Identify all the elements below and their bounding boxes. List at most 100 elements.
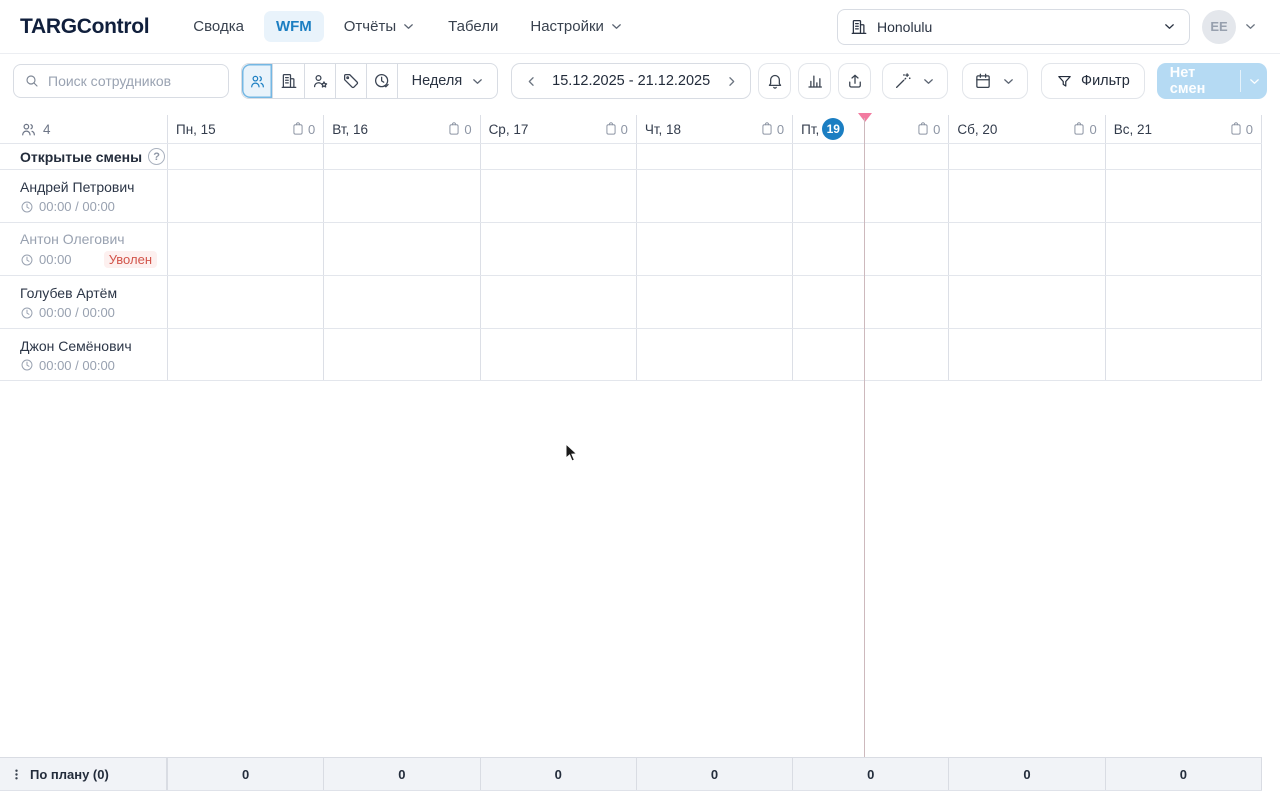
- no-shifts-label[interactable]: Нет смен: [1157, 63, 1241, 99]
- nav-item-1[interactable]: WFM: [263, 11, 324, 42]
- shift-cell-2[interactable]: [479, 170, 636, 222]
- day-shift-count: 0: [1229, 122, 1253, 137]
- day-header-5: Сб, 20 0: [948, 115, 1104, 143]
- no-shifts-split-button[interactable]: Нет смен: [1156, 63, 1267, 99]
- shift-cell-0[interactable]: [167, 223, 323, 275]
- nav-item-label: Отчёты: [343, 18, 397, 35]
- open-shift-cell-0[interactable]: [167, 144, 323, 169]
- shift-cell-3[interactable]: [635, 329, 792, 380]
- employee-rows: Андрей Петрович 00:00 / 00:00 Антон Олегов…: [0, 169, 1262, 381]
- shift-cell-6[interactable]: [1104, 276, 1262, 328]
- employee-info[interactable]: Андрей Петрович 00:00 / 00:00: [0, 170, 167, 222]
- next-week-button[interactable]: [718, 66, 744, 96]
- nav-item-0[interactable]: Сводка: [181, 11, 256, 42]
- chevron-down-icon: [609, 19, 624, 34]
- shift-cell-0[interactable]: [167, 276, 323, 328]
- shift-cell-5[interactable]: [948, 276, 1104, 328]
- employee-count: 4: [0, 115, 167, 143]
- shift-cell-0[interactable]: [167, 170, 323, 222]
- shift-cell-4[interactable]: [792, 170, 948, 222]
- shift-cell-2[interactable]: [479, 276, 636, 328]
- day-shift-count: 0: [760, 122, 784, 137]
- date-range-nav: 15.12.2025 - 21.12.2025: [511, 63, 752, 99]
- summary-cell-5: 0: [948, 758, 1104, 790]
- filter-button[interactable]: Фильтр: [1041, 63, 1145, 99]
- calendar-dropdown[interactable]: [962, 63, 1029, 99]
- period-select[interactable]: Неделя: [398, 64, 498, 98]
- open-shift-cell-2[interactable]: [479, 144, 636, 169]
- date-range-label[interactable]: 15.12.2025 - 21.12.2025: [544, 73, 718, 89]
- shift-cell-3[interactable]: [635, 170, 792, 222]
- employee-info[interactable]: Джон Семёнович 00:00 / 00:00: [0, 329, 167, 380]
- location-label: Honolulu: [877, 18, 933, 35]
- auto-schedule-dropdown[interactable]: [882, 63, 949, 99]
- shift-cell-1[interactable]: [323, 170, 479, 222]
- search-input[interactable]: [48, 73, 219, 89]
- shift-cell-2[interactable]: [479, 223, 636, 275]
- open-shift-cell-5[interactable]: [948, 144, 1104, 169]
- statistics-button[interactable]: [798, 63, 832, 99]
- nav-item-2[interactable]: Отчёты: [332, 11, 428, 42]
- shift-cell-4[interactable]: [792, 276, 948, 328]
- shift-cell-5[interactable]: [948, 329, 1104, 380]
- view-mode-employees-button[interactable]: [242, 64, 274, 98]
- open-shift-cell-4[interactable]: [792, 144, 948, 169]
- shift-cell-3[interactable]: [635, 276, 792, 328]
- filter-label: Фильтр: [1081, 73, 1130, 89]
- day-header-row: 4 Пн, 15 0 Вт, 16 0 Ср, 17 0 Чт, 18 0 Пт, 19 0 Сб, …: [0, 115, 1262, 143]
- shift-cell-2[interactable]: [479, 329, 636, 380]
- shift-cell-5[interactable]: [948, 223, 1104, 275]
- nav-item-4[interactable]: Настройки: [518, 11, 636, 42]
- shift-cell-4[interactable]: [792, 329, 948, 380]
- employee-name: Джон Семёнович: [20, 337, 132, 354]
- people-icon: [20, 121, 37, 138]
- shift-cell-0[interactable]: [167, 329, 323, 380]
- summary-cell-3: 0: [635, 758, 792, 790]
- summary-header[interactable]: По плану (0): [0, 758, 167, 790]
- clock-icon: [20, 306, 34, 320]
- notifications-button[interactable]: [758, 63, 792, 99]
- chevron-down-icon: [921, 74, 936, 89]
- shift-cell-5[interactable]: [948, 170, 1104, 222]
- summary-value: 0: [554, 766, 562, 782]
- summary-cell-6: 0: [1104, 758, 1262, 790]
- export-button[interactable]: [838, 63, 872, 99]
- kebab-menu-icon[interactable]: [10, 767, 23, 782]
- shift-cell-1[interactable]: [323, 223, 479, 275]
- shifts-bag-icon: [291, 122, 305, 136]
- chevron-down-icon[interactable]: [1243, 19, 1258, 34]
- view-mode-departments-button[interactable]: [273, 64, 305, 98]
- day-shift-count: 0: [1072, 122, 1097, 137]
- shift-cell-3[interactable]: [635, 223, 792, 275]
- day-label: Пт, 19: [801, 118, 845, 140]
- shift-cell-1[interactable]: [323, 276, 479, 328]
- avatar[interactable]: EE: [1202, 9, 1236, 44]
- view-mode-tags-button[interactable]: [335, 64, 367, 98]
- prev-week-button[interactable]: [518, 66, 544, 96]
- open-shift-cell-6[interactable]: [1104, 144, 1262, 169]
- shift-cell-6[interactable]: [1104, 329, 1262, 380]
- nav-item-3[interactable]: Табели: [436, 11, 510, 42]
- shift-cell-1[interactable]: [323, 329, 479, 380]
- open-shift-cell-1[interactable]: [323, 144, 479, 169]
- nav-item-label: Сводка: [193, 18, 244, 35]
- shift-cell-4[interactable]: [792, 223, 948, 275]
- shift-cell-6[interactable]: [1104, 170, 1262, 222]
- departments-icon: [280, 72, 298, 90]
- location-select[interactable]: Honolulu: [837, 8, 1190, 45]
- employee-search[interactable]: [13, 64, 230, 98]
- employee-info[interactable]: Голубев Артём 00:00 / 00:00: [0, 276, 167, 328]
- shift-cell-6[interactable]: [1104, 223, 1262, 275]
- employee-info[interactable]: Антон Олегович 00:00 Уволен: [0, 223, 167, 275]
- clock-icon: [20, 200, 34, 214]
- view-mode-employee-star-button[interactable]: [304, 64, 336, 98]
- view-mode-time-check-button[interactable]: [366, 64, 398, 98]
- mouse-cursor: [565, 443, 579, 463]
- wfm-app: TARGControl Сводка WFM Отчёты Табели Настрой…: [0, 0, 1280, 800]
- schedule-toolbar: Неделя 15.12.2025 - 21.12.2025 Филь: [0, 54, 1280, 108]
- chevron-down-icon[interactable]: [1241, 63, 1267, 99]
- help-icon[interactable]: ?: [148, 148, 166, 165]
- employee-row: Андрей Петрович 00:00 / 00:00: [0, 169, 1262, 222]
- open-shift-cell-3[interactable]: [635, 144, 792, 169]
- user-menu[interactable]: EE: [1202, 9, 1258, 44]
